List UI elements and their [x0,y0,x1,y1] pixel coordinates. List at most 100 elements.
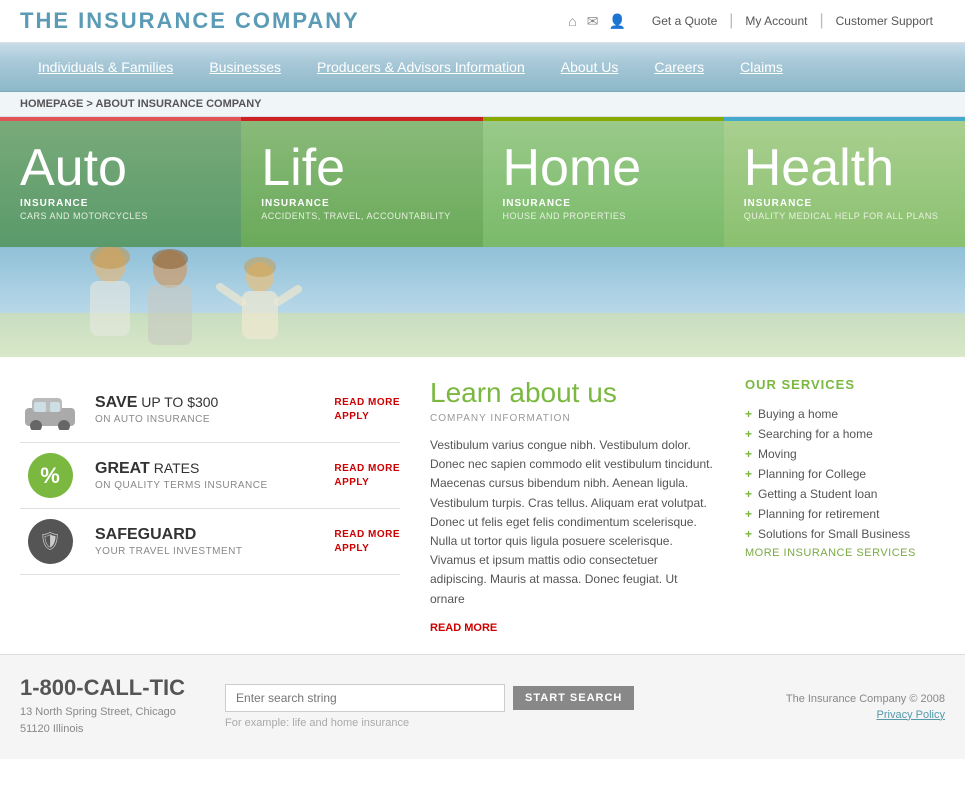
hero-sub-home: INSURANCE [503,198,704,209]
get-quote-link[interactable]: Get a Quote [640,14,729,28]
car-icon [20,390,80,430]
nav-item-claims[interactable]: Claims [722,43,801,91]
breadcrumb-home[interactable]: HOMEPAGE [20,98,83,110]
footer-right: The Insurance Company © 2008 Privacy Pol… [786,693,945,721]
hero-sub-health: INSURANCE [744,198,945,209]
promo-safeguard-title: SAFEGUARD [95,526,309,544]
promo-safeguard-bold: SAFEGUARD [95,526,196,543]
hero-tab-bar-health [724,117,965,121]
promo-rates-apply[interactable]: APPLY [334,477,400,488]
breadcrumb: HOMEPAGE > ABOUT INSURANCE COMPANY [0,92,965,117]
promo-save-rest: UP TO $300 [137,394,218,410]
footer-left: 1-800-CALL-TIC 13 North Spring Street, C… [20,675,185,739]
nav-link-careers[interactable]: Careers [636,43,722,91]
breadcrumb-separator: > [83,98,95,110]
family-illustration [30,247,430,357]
more-services-link[interactable]: MORE INSURANCE SERVICES [745,547,916,559]
hero-tab-bar-auto [0,117,241,121]
mail-icon[interactable]: ✉ [587,13,599,30]
promo-rates-title: GREAT RATES [95,460,309,478]
hero-tab-life[interactable]: Life INSURANCE ACCIDENTS, TRAVEL, ACCOUN… [241,117,482,247]
promo-save-title: SAVE UP TO $300 [95,394,309,412]
promo-rates: % GREAT RATES ON QUALITY TERMS INSURANCE… [20,443,400,509]
nav-item-businesses[interactable]: Businesses [191,43,299,91]
hero-tab-health[interactable]: Health INSURANCE QUALITY MEDICAL HELP FO… [724,117,965,247]
privacy-policy-link[interactable]: Privacy Policy [786,709,945,721]
logo: THE INSURANCE COMPANY [20,8,360,34]
promo-save-icon [20,387,80,432]
nav-item-producers[interactable]: Producers & Advisors Information [299,43,543,91]
nav-item-careers[interactable]: Careers [636,43,722,91]
promo-save: SAVE UP TO $300 ON AUTO INSURANCE READ M… [20,377,400,443]
footer-phone: 1-800-CALL-TIC [20,675,185,701]
top-links: Get a Quote | My Account | Customer Supp… [640,12,945,30]
promo-safeguard-subtitle: YOUR TRAVEL INVESTMENT [95,546,309,557]
footer-search: START SEARCH For example: life and home … [225,684,746,729]
footer: 1-800-CALL-TIC 13 North Spring Street, C… [0,654,965,759]
shield-icon: 🛡 [28,519,73,564]
footer-copyright: The Insurance Company © 2008 [786,693,945,705]
service-item-3[interactable]: Planning for College [745,464,945,484]
service-item-4[interactable]: Getting a Student loan [745,484,945,504]
service-item-0[interactable]: Buying a home [745,404,945,424]
search-input[interactable] [225,684,505,712]
hero-tab-bar-life [241,117,482,121]
promo-save-text: SAVE UP TO $300 ON AUTO INSURANCE [95,394,309,425]
nav-links: Individuals & Families Businesses Produc… [20,43,945,91]
service-item-1[interactable]: Searching for a home [745,424,945,444]
promo-save-links: READ MORE APPLY [334,397,400,422]
promo-rates-subtitle: ON QUALITY TERMS INSURANCE [95,480,309,491]
promo-safeguard-links: READ MORE APPLY [334,529,400,554]
nav-link-about[interactable]: About Us [543,43,637,91]
promo-safeguard-icon: 🛡 [20,519,80,564]
learn-title: Learn about us [430,377,715,409]
promo-safeguard-text: SAFEGUARD YOUR TRAVEL INVESTMENT [95,526,309,557]
hero-desc-home: HOUSE AND PROPERTIES [503,211,704,221]
learn-subtitle: COMPANY INFORMATION [430,413,715,424]
promo-rates-rest: RATES [150,460,200,476]
learn-read-more[interactable]: READ MORE [430,622,497,634]
service-item-5[interactable]: Planning for retirement [745,504,945,524]
footer-address-line1: 13 North Spring Street, Chicago [20,704,185,722]
nav-link-individuals[interactable]: Individuals & Families [20,43,191,91]
hero-tabs: Auto INSURANCE CARS AND MOTORCYCLES Life… [0,117,965,247]
home-icon[interactable]: ⌂ [568,13,576,30]
right-column: OUR SERVICES Buying a home Searching for… [745,377,945,634]
promo-save-bold: SAVE [95,394,137,411]
nav-link-businesses[interactable]: Businesses [191,43,299,91]
service-item-6[interactable]: Solutions for Small Business [745,524,945,544]
promo-rates-readmore[interactable]: READ MORE [334,463,400,474]
hero-tab-auto[interactable]: Auto INSURANCE CARS AND MOTORCYCLES [0,117,241,247]
promo-save-readmore[interactable]: READ MORE [334,397,400,408]
people-icon[interactable]: 👤 [608,13,625,30]
promo-safeguard-apply[interactable]: APPLY [334,543,400,554]
search-button[interactable]: START SEARCH [513,686,634,710]
hero-desc-life: ACCIDENTS, TRAVEL, ACCOUNTABILITY [261,211,462,221]
hero-desc-health: QUALITY MEDICAL HELP FOR ALL PLANS [744,211,945,221]
hero-desc-auto: CARS AND MOTORCYCLES [20,211,221,221]
promo-save-apply[interactable]: APPLY [334,411,400,422]
footer-search-row: START SEARCH [225,684,746,712]
mid-column: Learn about us COMPANY INFORMATION Vesti… [430,377,715,634]
hero-sub-auto: INSURANCE [20,198,221,209]
percent-icon: % [28,453,73,498]
hero-title-health: Health [744,142,945,194]
promo-rates-links: READ MORE APPLY [334,463,400,488]
hero-tab-home[interactable]: Home INSURANCE HOUSE AND PROPERTIES [483,117,724,247]
promo-rates-bold: GREAT [95,460,150,477]
customer-support-link[interactable]: Customer Support [824,14,945,28]
nav-link-claims[interactable]: Claims [722,43,801,91]
promo-safeguard-readmore[interactable]: READ MORE [334,529,400,540]
services-title: OUR SERVICES [745,377,945,392]
promo-rates-text: GREAT RATES ON QUALITY TERMS INSURANCE [95,460,309,491]
my-account-link[interactable]: My Account [733,14,819,28]
top-bar: THE INSURANCE COMPANY ⌂ ✉ 👤 Get a Quote … [0,0,965,43]
promo-save-subtitle: ON AUTO INSURANCE [95,414,309,425]
nav-link-producers[interactable]: Producers & Advisors Information [299,43,543,91]
nav-item-about[interactable]: About Us [543,43,637,91]
footer-address: 13 North Spring Street, Chicago 51120 Il… [20,704,185,739]
service-item-2[interactable]: Moving [745,444,945,464]
breadcrumb-current: ABOUT INSURANCE COMPANY [96,98,262,110]
nav-bar: Individuals & Families Businesses Produc… [0,43,965,92]
nav-item-individuals[interactable]: Individuals & Families [20,43,191,91]
